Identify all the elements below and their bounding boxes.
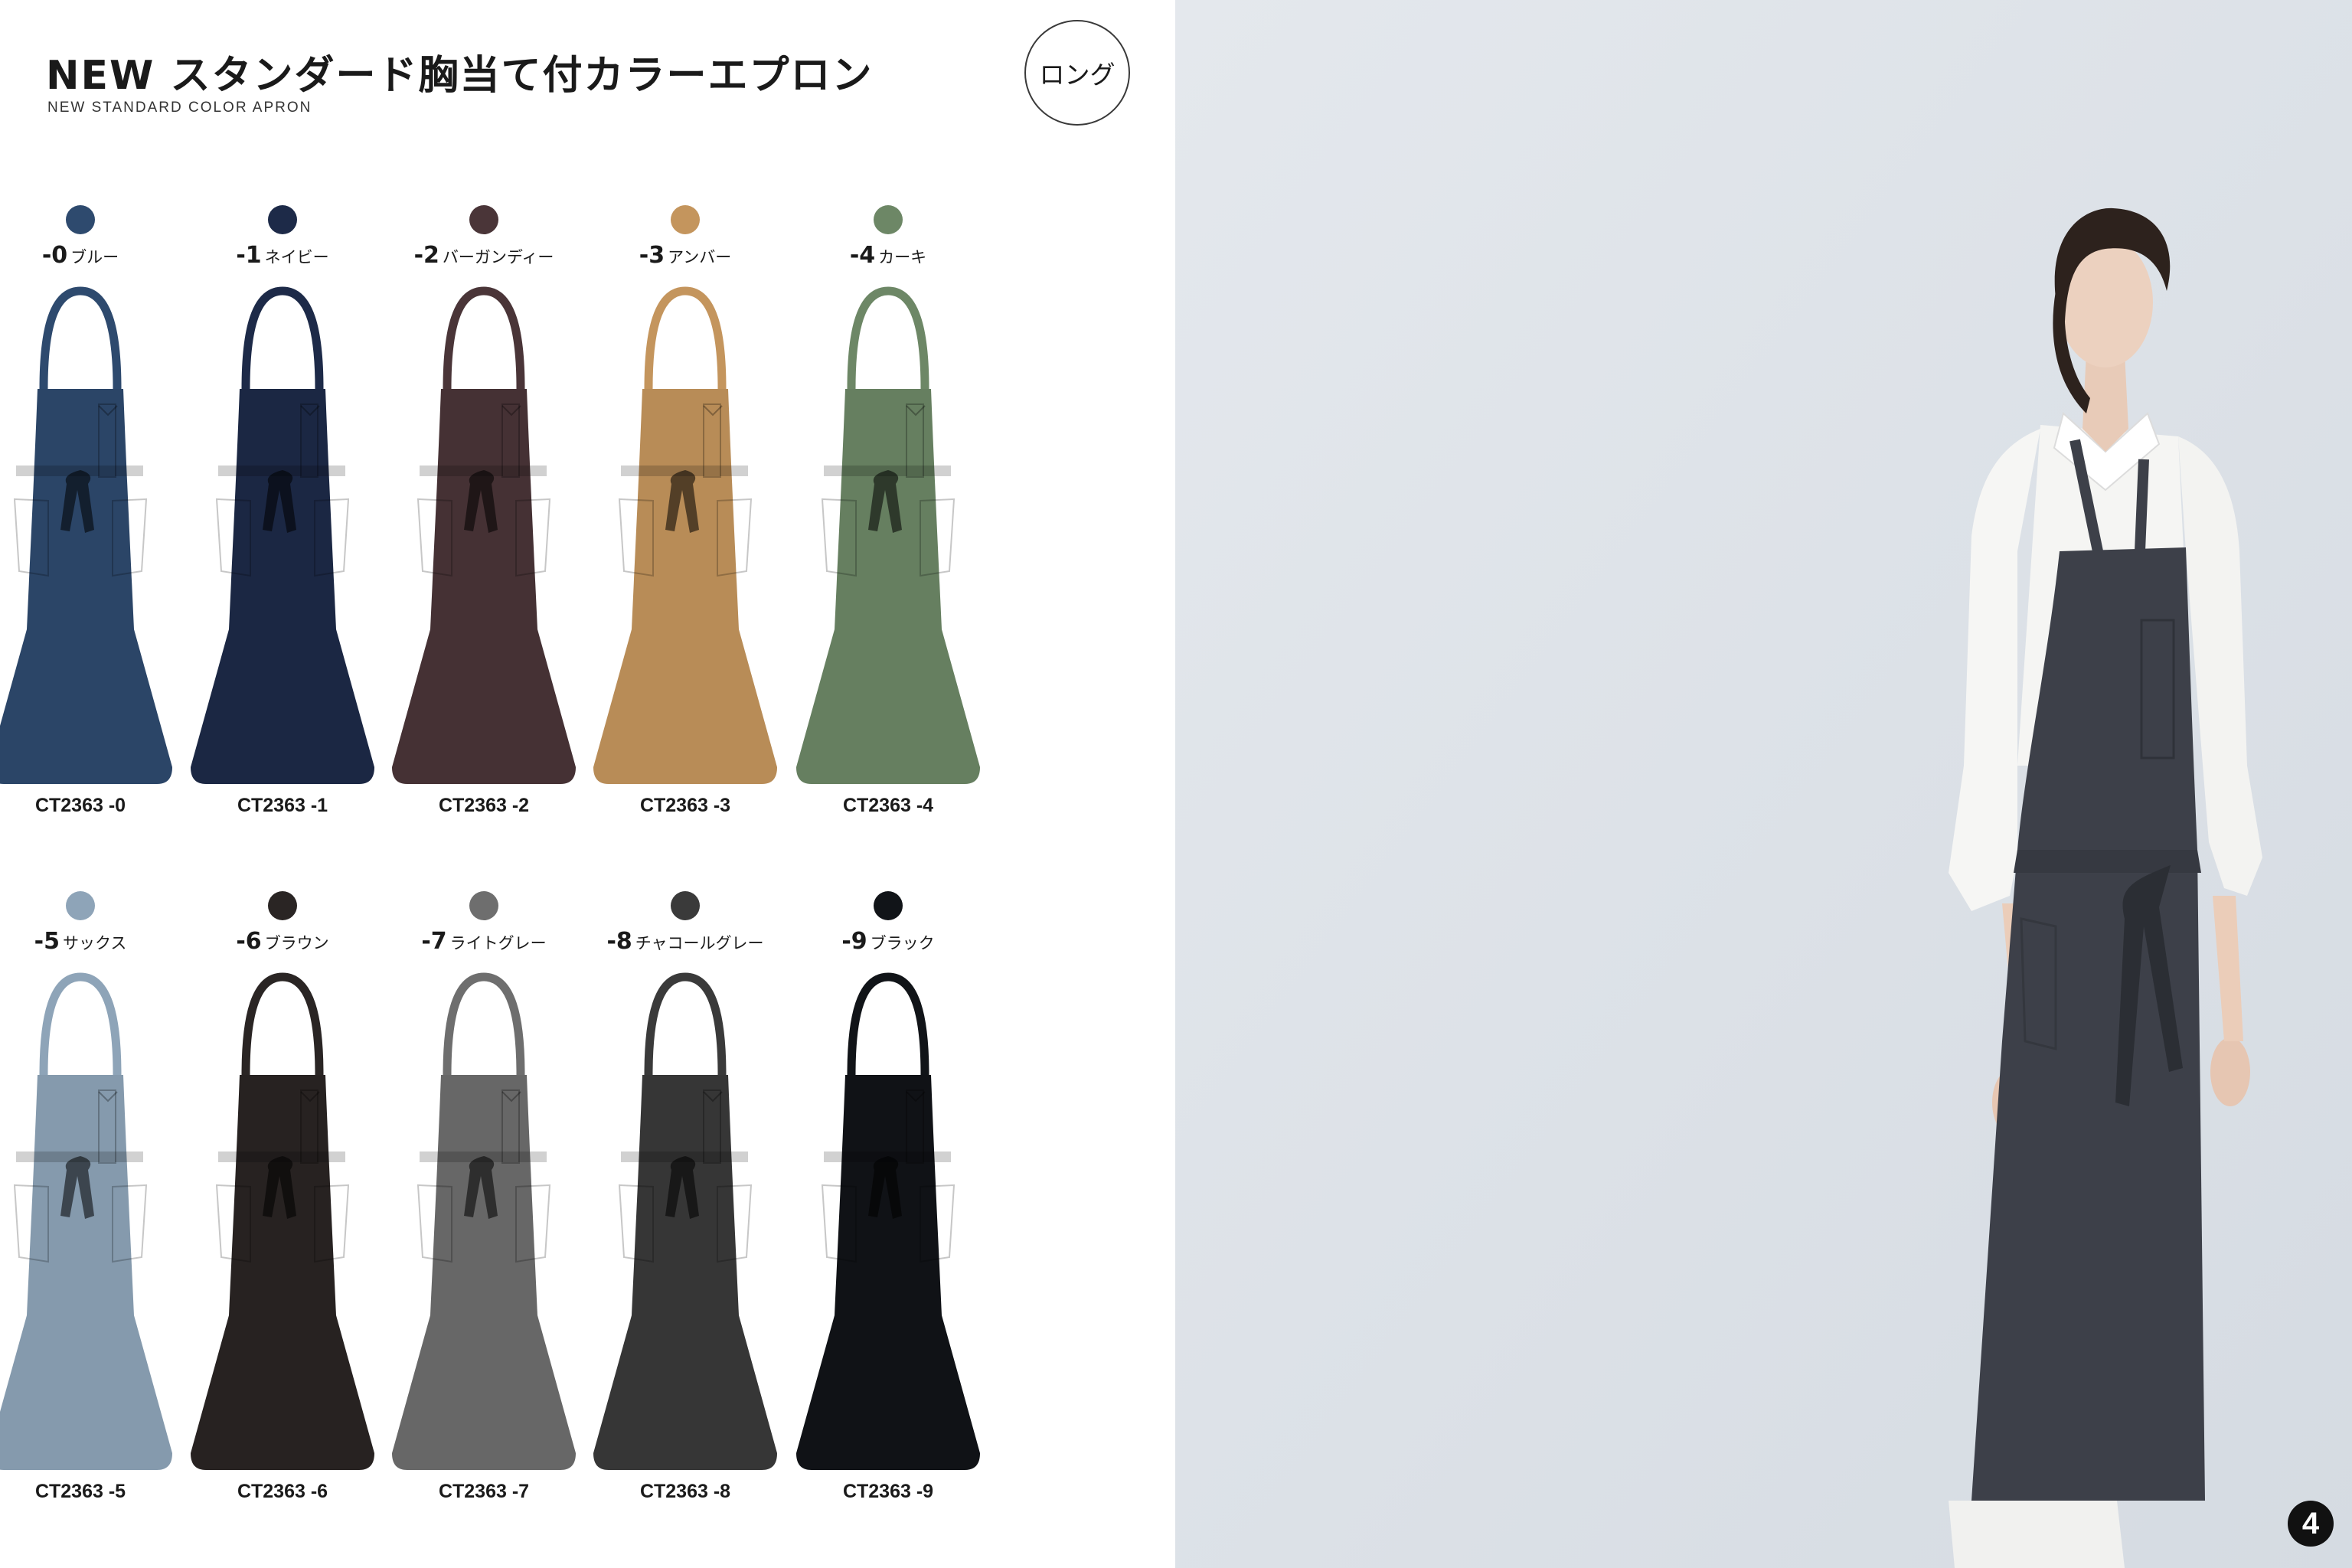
apron-image <box>392 972 576 1470</box>
apron-item: -1 ネイビー CT2363 -1 <box>181 205 384 816</box>
color-swatch <box>874 891 903 920</box>
color-name: ライトグレー <box>449 934 547 952</box>
color-number: -0 <box>41 242 68 269</box>
color-label: -1 ネイビー <box>181 242 384 269</box>
color-label: -3 アンバー <box>584 242 786 269</box>
product-code: CT2363 -8 <box>639 1481 731 1502</box>
apron-image <box>0 286 172 784</box>
apron-item: -5 サックス CT2363 -5 <box>0 891 181 1502</box>
color-name: サックス <box>62 934 127 952</box>
product-code: CT2363 -5 <box>34 1481 126 1502</box>
apron-image <box>0 972 172 1470</box>
color-swatch <box>671 205 700 234</box>
color-label: -5 サックス <box>0 928 181 955</box>
apron-item: -7 ライトグレー CT2363 -7 <box>383 891 585 1502</box>
product-code: CT2363 -9 <box>842 1481 934 1502</box>
product-page: NEW スタンダード胸当て付カラーエプロン NEW STANDARD COLOR… <box>0 0 1175 1568</box>
color-swatch <box>671 891 700 920</box>
apron-item: -0 ブルー CT2363 -0 <box>0 205 181 816</box>
product-code: CT2363 -0 <box>34 795 126 816</box>
color-number: -7 <box>421 928 447 955</box>
color-number: -8 <box>606 928 632 955</box>
color-name: バーガンディー <box>442 248 554 266</box>
color-swatch <box>268 891 297 920</box>
apron-image <box>392 286 576 784</box>
color-number: -1 <box>236 242 262 269</box>
color-number: -9 <box>841 928 867 955</box>
color-name: ネイビー <box>264 248 329 266</box>
color-swatch <box>66 205 95 234</box>
color-label: -4 カーキ <box>787 242 989 269</box>
apron-image <box>796 286 980 784</box>
apron-item: -6 ブラウン CT2363 -6 <box>181 891 384 1502</box>
page-subtitle: NEW STANDARD COLOR APRON <box>47 100 312 116</box>
product-code: CT2363 -7 <box>438 1481 530 1502</box>
color-number: -2 <box>413 242 439 269</box>
color-swatch <box>66 891 95 920</box>
color-label: -6 ブラウン <box>181 928 384 955</box>
color-name: ブラウン <box>264 934 329 952</box>
apron-image <box>796 972 980 1470</box>
model-photo: 4 <box>1175 0 2352 1568</box>
color-swatch <box>469 891 498 920</box>
page-title: NEW スタンダード胸当て付カラーエプロン <box>46 53 874 99</box>
apron-item: -8 チャコールグレー CT2363 -8 <box>584 891 786 1502</box>
color-number: -4 <box>849 242 876 269</box>
product-code: CT2363 -3 <box>639 795 731 816</box>
color-number: -5 <box>34 928 60 955</box>
color-swatch <box>268 205 297 234</box>
color-name: チャコールグレー <box>635 934 764 952</box>
apron-image <box>191 972 374 1470</box>
apron-image <box>191 286 374 784</box>
apron-image <box>593 286 777 784</box>
color-name: ブルー <box>70 248 119 266</box>
apron-image <box>593 972 777 1470</box>
color-number: -3 <box>639 242 665 269</box>
apron-item: -2 バーガンディー CT2363 -2 <box>383 205 585 816</box>
color-label: -0 ブルー <box>0 242 181 269</box>
color-label: -2 バーガンディー <box>383 242 585 269</box>
apron-item: -4 カーキ CT2363 -4 <box>787 205 989 816</box>
color-name: ブラック <box>870 934 935 952</box>
color-swatch <box>874 205 903 234</box>
model-right-hand <box>2210 1037 2250 1106</box>
color-name: アンバー <box>668 248 732 266</box>
color-number: -6 <box>236 928 262 955</box>
color-name: カーキ <box>878 248 927 266</box>
color-label: -9 ブラック <box>787 928 989 955</box>
model-photo-image <box>1175 0 2352 1568</box>
product-code: CT2363 -1 <box>237 795 328 816</box>
apron-item: -3 アンバー CT2363 -3 <box>584 205 786 816</box>
product-code: CT2363 -6 <box>237 1481 328 1502</box>
model-trousers <box>1949 1501 2125 1568</box>
color-label: -8 チャコールグレー <box>584 928 786 955</box>
page-number: 4 <box>2288 1501 2334 1547</box>
color-label: -7 ライトグレー <box>383 928 585 955</box>
length-badge: ロング <box>1024 20 1130 126</box>
product-code: CT2363 -2 <box>438 795 530 816</box>
product-code: CT2363 -4 <box>842 795 934 816</box>
color-swatch <box>469 205 498 234</box>
apron-item: -9 ブラック CT2363 -9 <box>787 891 989 1502</box>
